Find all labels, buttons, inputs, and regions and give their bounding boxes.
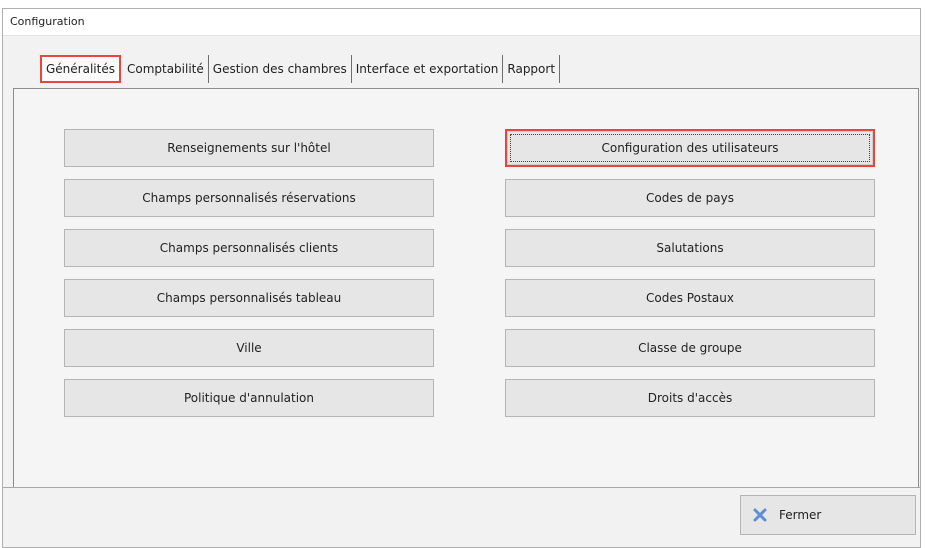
user-configuration-label: Configuration des utilisateurs: [601, 141, 779, 155]
hotel-info-button[interactable]: Renseignements sur l'hôtel: [64, 129, 434, 167]
access-rights-button[interactable]: Droits d'accès: [505, 379, 875, 417]
configuration-window: Configuration Généralités Comptabilité G…: [2, 8, 921, 548]
custom-fields-clients-button[interactable]: Champs personnalisés clients: [64, 229, 434, 267]
tab-gestion-des-chambres[interactable]: Gestion des chambres: [209, 55, 352, 83]
postal-codes-button[interactable]: Codes Postaux: [505, 279, 875, 317]
tab-strip: Généralités Comptabilité Gestion des cha…: [40, 55, 561, 83]
city-button[interactable]: Ville: [64, 329, 434, 367]
country-codes-button[interactable]: Codes de pays: [505, 179, 875, 217]
close-button[interactable]: Fermer: [740, 495, 916, 535]
salutations-button[interactable]: Salutations: [505, 229, 875, 267]
tab-comptabilite[interactable]: Comptabilité: [123, 55, 209, 83]
footer-separator: [3, 487, 920, 488]
tab-generalites[interactable]: Généralités: [40, 55, 121, 83]
tab-panel-generalites: Renseignements sur l'hôtel Champs person…: [13, 88, 919, 488]
close-x-icon: [753, 508, 767, 522]
tab-rapport[interactable]: Rapport: [503, 55, 561, 83]
custom-fields-reservations-button[interactable]: Champs personnalisés réservations: [64, 179, 434, 217]
cancellation-policy-button[interactable]: Politique d'annulation: [64, 379, 434, 417]
title-bar: Configuration: [3, 9, 920, 36]
group-class-button[interactable]: Classe de groupe: [505, 329, 875, 367]
tab-interface-et-exportation[interactable]: Interface et exportation: [352, 55, 504, 83]
window-title: Configuration: [10, 15, 85, 28]
custom-fields-table-button[interactable]: Champs personnalisés tableau: [64, 279, 434, 317]
user-configuration-button[interactable]: Configuration des utilisateurs: [505, 129, 875, 167]
close-button-label: Fermer: [779, 508, 822, 522]
